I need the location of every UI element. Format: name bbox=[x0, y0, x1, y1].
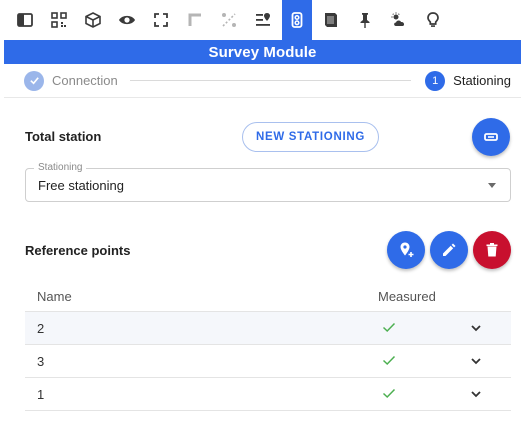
chevron-down-icon[interactable] bbox=[469, 387, 483, 401]
weather-icon[interactable] bbox=[382, 0, 416, 40]
check-icon bbox=[382, 322, 396, 333]
new-stationing-button[interactable]: NEW STATIONING bbox=[242, 122, 379, 152]
step-stationing-label[interactable]: Stationing bbox=[453, 73, 511, 88]
dropdown-arrow-icon bbox=[488, 183, 496, 188]
stationing-select-value: Free stationing bbox=[38, 178, 124, 193]
cube-icon[interactable] bbox=[76, 0, 110, 40]
step-number-badge: 1 bbox=[425, 70, 446, 91]
check-icon bbox=[382, 388, 396, 399]
row-name: 2 bbox=[37, 321, 45, 336]
chevron-down-icon[interactable] bbox=[469, 321, 483, 335]
reference-points-table-header: Name Measured bbox=[25, 280, 511, 312]
table-row[interactable]: 1 bbox=[25, 378, 511, 411]
column-header-name: Name bbox=[37, 289, 72, 304]
total-station-settings-button[interactable] bbox=[472, 118, 510, 156]
chevron-down-icon[interactable] bbox=[469, 354, 483, 368]
measure-icon[interactable] bbox=[212, 0, 246, 40]
add-location-icon bbox=[400, 242, 414, 257]
survey-instrument-icon[interactable] bbox=[282, 0, 312, 40]
step-connection-label[interactable]: Connection bbox=[52, 73, 118, 88]
layers-pin-icon[interactable] bbox=[246, 0, 280, 40]
trash-icon bbox=[486, 243, 498, 257]
table-row[interactable]: 3 bbox=[25, 345, 511, 378]
total-station-title: Total station bbox=[25, 129, 102, 144]
column-header-measured: Measured bbox=[378, 289, 436, 304]
sidebar-panel-icon[interactable] bbox=[8, 0, 42, 40]
module-title: Survey Module bbox=[208, 43, 317, 61]
row-name: 3 bbox=[37, 354, 45, 369]
book-icon[interactable] bbox=[314, 0, 348, 40]
fullscreen-icon[interactable] bbox=[144, 0, 178, 40]
stationing-select-label: Stationing bbox=[34, 162, 87, 173]
reference-points-title: Reference points bbox=[25, 243, 131, 258]
push-pin-icon[interactable] bbox=[348, 0, 382, 40]
check-icon bbox=[382, 355, 396, 366]
top-toolbar bbox=[0, 0, 525, 40]
stepper: Connection 1 Stationing bbox=[4, 64, 521, 98]
pencil-icon bbox=[443, 243, 456, 256]
step-connector bbox=[129, 80, 412, 81]
lightbulb-icon[interactable] bbox=[416, 0, 450, 40]
check-icon bbox=[24, 70, 44, 91]
qr-code-icon[interactable] bbox=[42, 0, 76, 40]
add-reference-point-button[interactable] bbox=[387, 231, 425, 269]
module-header: Survey Module bbox=[4, 40, 521, 64]
total-station-icon bbox=[484, 133, 498, 141]
delete-reference-point-button[interactable] bbox=[473, 231, 511, 269]
crop-icon[interactable] bbox=[178, 0, 212, 40]
edit-reference-point-button[interactable] bbox=[430, 231, 468, 269]
row-name: 1 bbox=[37, 387, 45, 402]
stationing-select[interactable]: Stationing Free stationing bbox=[25, 162, 511, 202]
table-row[interactable]: 2 bbox=[25, 312, 511, 345]
eye-icon[interactable] bbox=[110, 0, 144, 40]
